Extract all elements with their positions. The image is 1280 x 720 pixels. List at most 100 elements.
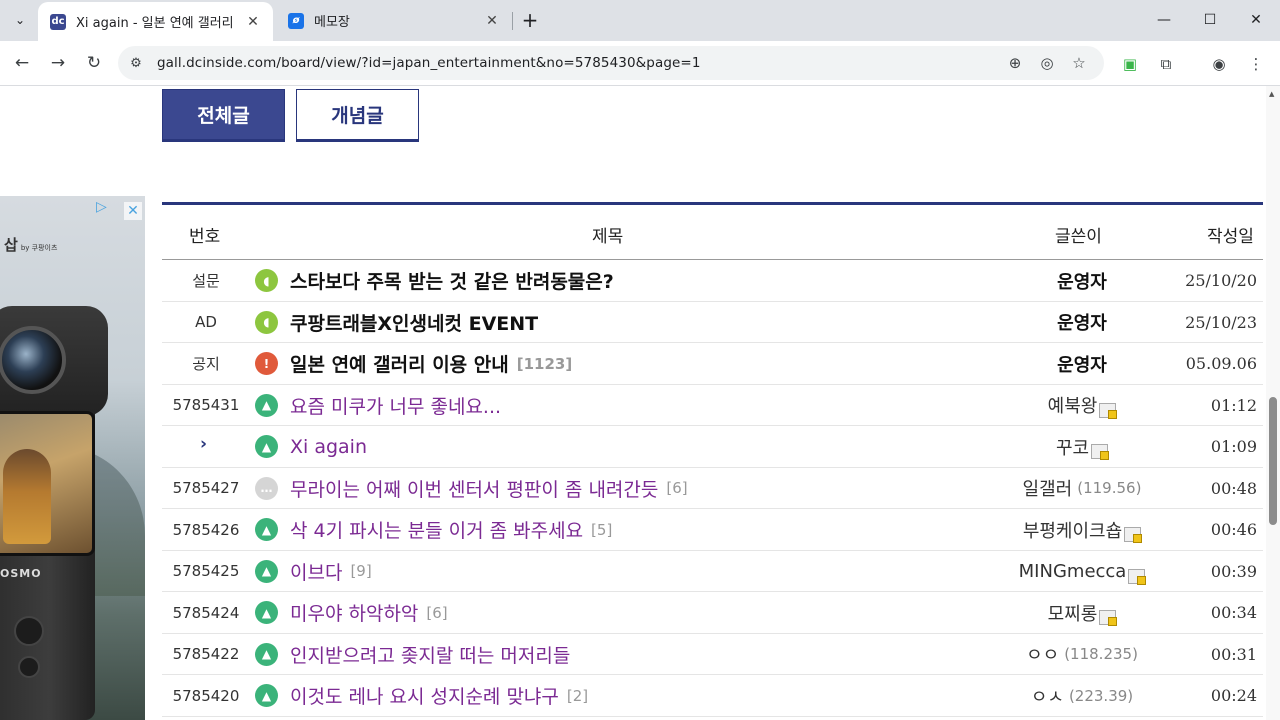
writer-nickname[interactable]: 예북왕 — [1048, 392, 1098, 418]
extension-green-icon[interactable]: ▣ — [1119, 53, 1141, 75]
eye-off-icon[interactable]: ◎ — [1037, 53, 1057, 73]
post-title-link[interactable]: 쿠팡트래블X인생네컷 EVENT — [290, 302, 538, 343]
close-tab-icon[interactable]: ✕ — [245, 14, 261, 30]
writer-nickname[interactable]: ㅇㅇ — [1026, 641, 1059, 667]
minimize-icon[interactable]: — — [1141, 0, 1187, 40]
adchoices-icon[interactable]: ▷ — [96, 199, 120, 219]
new-tab-plus-icon[interactable]: + — [518, 8, 542, 32]
post-title-link[interactable]: 요즘 미쿠가 너무 좋네요... — [290, 385, 501, 426]
post-title-link[interactable]: 인지받으려고 좆지랄 떠는 머저리들 — [290, 634, 570, 675]
post-number: 5785426 — [172, 520, 240, 539]
post-title-text[interactable]: Xi again — [290, 436, 367, 458]
post-title-text[interactable]: 인지받으려고 좆지랄 떠는 머저리들 — [290, 641, 570, 668]
post-title-text[interactable]: 미우야 하악하악 — [290, 599, 418, 626]
post-title-text[interactable]: 삭 4기 파시는 분들 이거 좀 봐주세요 — [290, 516, 583, 543]
table-row[interactable]: 5785431 ▲ 요즘 미쿠가 너무 좋네요... 예북왕 01:12 — [162, 385, 1263, 426]
table-row[interactable]: 5785425 ▲ 이브다 [9] MINGmecca 00:39 — [162, 551, 1263, 592]
table-row[interactable]: 설문 ◖ 스타보다 주목 받는 것 같은 반려동물은? 운영자 25/10/20 — [162, 260, 1263, 302]
post-title-text[interactable]: 요즘 미쿠가 너무 좋네요... — [290, 392, 501, 419]
tab-strip: ⌄ dc Xi again - 일본 연예 갤러리 ✕ ø 메모장 ✕ + — … — [0, 0, 1280, 41]
tab-dcinside[interactable]: dc Xi again - 일본 연예 갤러리 ✕ — [38, 2, 273, 41]
writer-nickname[interactable]: ㅇㅅ — [1031, 683, 1064, 709]
post-title-link[interactable]: 미우야 하악하악 [6] — [290, 592, 448, 633]
reply-count[interactable]: [9] — [350, 562, 371, 580]
post-title-text[interactable]: 무라이는 어째 이번 센터서 평판이 좀 내려간듯 — [290, 475, 658, 502]
menu-kebab-icon[interactable]: ⋮ — [1245, 53, 1267, 75]
bookmark-star-icon[interactable]: ☆ — [1069, 53, 1089, 73]
picture-post-icon: ▲ — [255, 559, 278, 583]
ad-camera-label: OSMO — [0, 567, 42, 580]
tab-memo[interactable]: ø 메모장 ✕ — [276, 0, 512, 41]
table-row[interactable]: › ▲ Xi again 꾸코 01:09 — [162, 426, 1263, 468]
site-info-icon[interactable]: ⚙ — [126, 53, 146, 73]
post-date: 00:46 — [1210, 520, 1257, 539]
post-number: 설문 — [192, 272, 220, 290]
post-title-text[interactable]: 이것도 레나 요시 성지순례 맞냐구 — [290, 682, 559, 709]
ad-close-icon[interactable]: ✕ — [124, 202, 142, 220]
reply-count[interactable]: [5] — [591, 521, 612, 539]
post-date: 00:39 — [1210, 561, 1257, 581]
table-row[interactable]: AD ◖ 쿠팡트래블X인생네컷 EVENT 운영자 25/10/23 — [162, 302, 1263, 343]
column-header-writer: 글쓴이 — [1055, 227, 1102, 247]
zoom-icon[interactable]: ⊕ — [1005, 53, 1025, 73]
writer-nickname[interactable]: MINGmecca — [1019, 561, 1127, 582]
scroll-up-icon[interactable]: ▲ — [1269, 90, 1277, 98]
reply-count[interactable]: [2] — [567, 687, 588, 705]
ad-banner[interactable]: 삽 by 쿠팡이츠 ▷ ✕ OSMO — [0, 196, 145, 720]
forward-arrow-icon[interactable]: → — [44, 49, 72, 77]
post-title-link[interactable]: 스타보다 주목 받는 것 같은 반려동물은? — [290, 260, 614, 301]
writer-nickname[interactable]: 부평케이크숍 — [1023, 517, 1122, 543]
profile-avatar-icon[interactable]: ◉ — [1208, 53, 1230, 75]
back-arrow-icon[interactable]: ← — [8, 49, 36, 77]
reload-icon[interactable]: ↻ — [80, 49, 108, 77]
table-row[interactable]: 5785420 ▲ 이것도 레나 요시 성지순례 맞냐구 [2] ㅇㅅ (223.39) 0… — [162, 675, 1263, 717]
writer-nickname[interactable]: 운영자 — [1057, 268, 1107, 294]
writer-nickname[interactable]: 운영자 — [1057, 309, 1107, 335]
table-row[interactable]: 5785426 ▲ 삭 4기 파시는 분들 이거 좀 봐주세요 [5] 부평케이크숍 00… — [162, 509, 1263, 551]
post-title-link[interactable]: 삭 4기 파시는 분들 이거 좀 봐주세요 [5] — [290, 509, 612, 550]
concept-posts-button[interactable]: 개념글 — [296, 89, 419, 142]
post-title-text[interactable]: 스타보다 주목 받는 것 같은 반려동물은? — [290, 267, 614, 294]
post-title-link[interactable]: Xi again — [290, 426, 367, 467]
reply-count[interactable]: [6] — [426, 604, 447, 622]
post-title-text[interactable]: 쿠팡트래블X인생네컷 EVENT — [290, 309, 538, 336]
megaphone-icon: ◖ — [255, 310, 278, 334]
post-title-text[interactable]: 일본 연예 갤러리 이용 안내 — [290, 350, 509, 377]
close-window-icon[interactable]: ✕ — [1233, 0, 1279, 40]
maximize-icon[interactable]: ☐ — [1187, 0, 1233, 40]
table-row[interactable]: 5785422 ▲ 인지받으려고 좆지랄 떠는 머저리들 ㅇㅇ (118.235) 00:… — [162, 634, 1263, 675]
reply-count[interactable]: [1123] — [517, 355, 572, 373]
scrollbar-thumb[interactable] — [1269, 397, 1277, 525]
address-bar[interactable]: ⚙ gall.dcinside.com/board/view/?id=japan… — [118, 46, 1104, 80]
ad-brand-text: 삽 — [4, 236, 18, 254]
writer-nickname[interactable]: 꾸코 — [1056, 434, 1089, 460]
writer-nickname[interactable]: 운영자 — [1057, 351, 1107, 377]
post-title-link[interactable]: 일본 연예 갤러리 이용 안내 [1123] — [290, 343, 572, 384]
all-posts-button[interactable]: 전체글 — [162, 89, 285, 142]
post-date: 05.09.06 — [1185, 354, 1257, 373]
writer-nickname[interactable]: 모찌롱 — [1048, 600, 1098, 626]
url-text[interactable]: gall.dcinside.com/board/view/?id=japan_e… — [157, 55, 701, 71]
table-row[interactable]: 5785427 … 무라이는 어째 이번 센터서 평판이 좀 내려간듯 [6] 일갤러(… — [162, 468, 1263, 509]
post-title-link[interactable]: 이것도 레나 요시 성지순례 맞냐구 [2] — [290, 675, 588, 716]
reply-count[interactable]: [6] — [666, 479, 687, 497]
post-title-text[interactable]: 이브다 — [290, 558, 342, 585]
close-tab-icon[interactable]: ✕ — [484, 13, 500, 29]
tab-search-chevron-icon[interactable]: ⌄ — [6, 7, 34, 33]
picture-post-icon: ▲ — [255, 684, 278, 707]
post-date: 00:31 — [1210, 644, 1257, 664]
picture-post-icon: ▲ — [255, 435, 278, 458]
list-header: 번호 제목 글쓴이 작성일 — [162, 205, 1263, 260]
page-content: 전체글 개념글 삽 by 쿠팡이츠 ▷ ✕ OSMO 번호 제목 글쓴이 작성일 … — [0, 86, 1266, 720]
table-row[interactable]: 5785424 ▲ 미우야 하악하악 [6] 모찌롱 00:34 — [162, 592, 1263, 634]
page-scrollbar[interactable]: ▲ — [1266, 86, 1280, 720]
post-date: 25/10/20 — [1185, 271, 1257, 290]
picture-post-icon: ▲ — [255, 642, 278, 666]
table-row[interactable]: 공지! 일본 연예 갤러리 이용 안내 [1123] 운영자 05.09.06 — [162, 343, 1263, 385]
ad-camera-lens — [0, 326, 66, 394]
writer-nickname[interactable]: 일갤러 — [1023, 475, 1073, 501]
post-title-link[interactable]: 무라이는 어째 이번 센터서 평판이 좀 내려간듯 [6] — [290, 468, 688, 509]
column-header-num: 번호 — [189, 227, 221, 247]
post-title-link[interactable]: 이브다 [9] — [290, 551, 372, 592]
extensions-puzzle-icon[interactable]: ⧉ — [1155, 53, 1177, 75]
